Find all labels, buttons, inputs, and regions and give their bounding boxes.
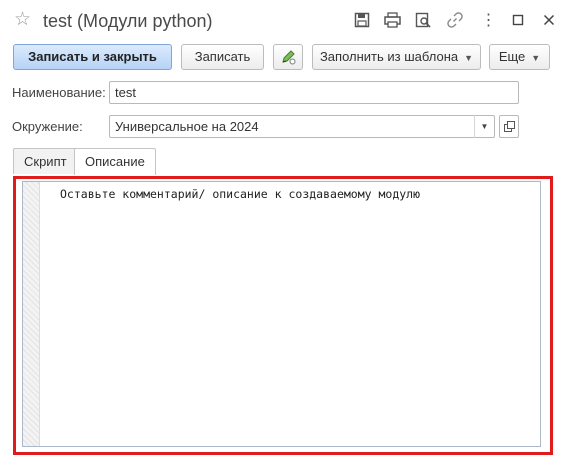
save-and-close-button[interactable]: Записать и закрыть xyxy=(13,44,172,70)
pencil-icon xyxy=(280,49,296,73)
fill-from-template-button[interactable]: Заполнить из шаблона ▼ xyxy=(312,44,481,70)
tab-script[interactable]: Скрипт xyxy=(13,148,78,174)
name-field[interactable]: test xyxy=(109,81,519,104)
open-icon[interactable] xyxy=(499,115,519,138)
environment-select[interactable]: Универсальное на 2024 xyxy=(109,115,495,138)
save-button[interactable]: Записать xyxy=(181,44,264,70)
editor-gutter xyxy=(23,182,40,446)
fill-from-template-label: Заполнить из шаблона xyxy=(319,49,459,64)
toolbar: Записать и закрыть Записать Заполнить из… xyxy=(0,44,569,72)
more-label: Еще xyxy=(498,49,526,64)
tab-description[interactable]: Описание xyxy=(74,148,156,175)
environment-value: Универсальное на 2024 xyxy=(115,119,259,134)
editor-text: Оставьте комментарий/ описание к создава… xyxy=(60,187,421,201)
description-editor[interactable]: Оставьте комментарий/ описание к создава… xyxy=(22,181,541,447)
preview-icon[interactable] xyxy=(413,10,433,30)
maximize-icon[interactable] xyxy=(508,10,528,30)
more-icon[interactable]: ⋮ xyxy=(478,10,498,30)
save-icon[interactable] xyxy=(352,10,372,30)
title-bar: ☆ test (Модули python) ⋮ xyxy=(0,0,569,40)
link-icon[interactable] xyxy=(445,10,465,30)
edit-button[interactable] xyxy=(273,44,303,70)
more-button[interactable]: Еще ▼ xyxy=(489,44,550,70)
environment-label: Окружение: xyxy=(12,119,83,134)
dropdown-arrow-icon[interactable]: ▼ xyxy=(474,115,494,138)
print-icon[interactable] xyxy=(382,10,402,30)
name-label: Наименование: xyxy=(12,85,106,100)
window-title: test (Модули python) xyxy=(43,11,213,31)
chevron-down-icon: ▼ xyxy=(531,53,541,63)
chevron-down-icon: ▼ xyxy=(464,53,474,63)
close-icon[interactable] xyxy=(539,10,559,30)
star-icon[interactable]: ☆ xyxy=(14,8,31,32)
